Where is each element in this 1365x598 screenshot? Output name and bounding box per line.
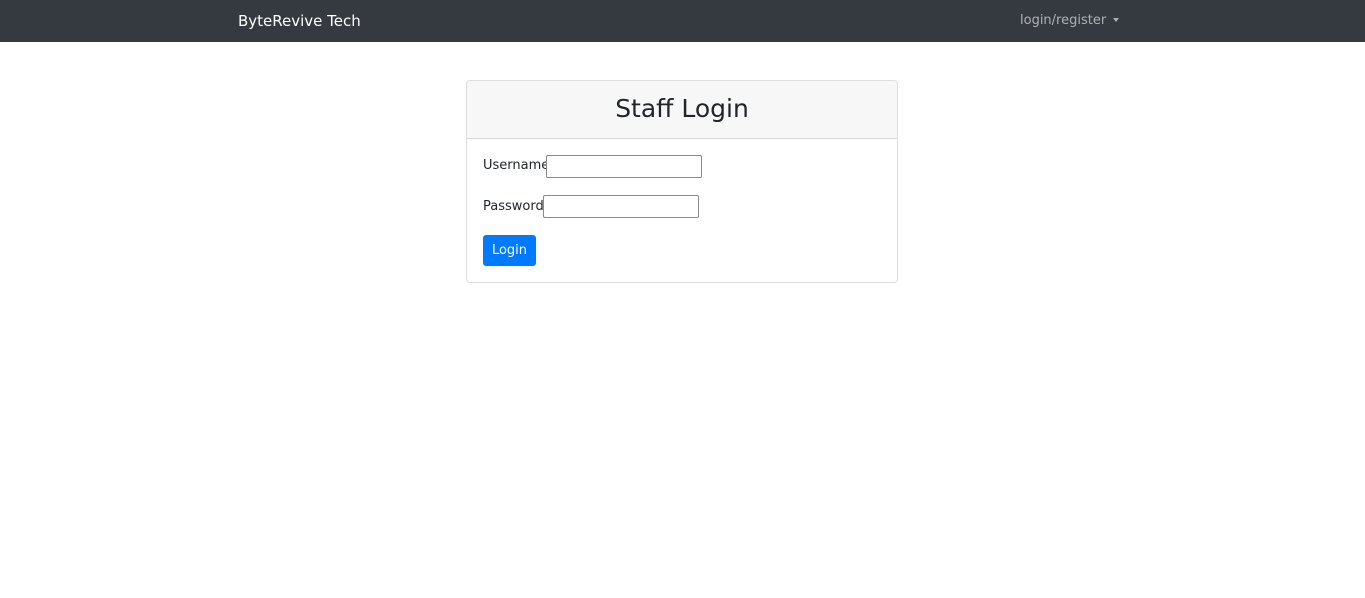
login-card: Staff Login Username Password Login — [466, 80, 898, 283]
caret-down-icon — [1113, 18, 1120, 22]
page-title: Staff Login — [615, 94, 749, 123]
username-input[interactable] — [546, 155, 702, 178]
brand-link[interactable]: ByteRevive Tech — [238, 11, 361, 31]
login-button[interactable]: Login — [483, 235, 536, 266]
card-header: Staff Login — [467, 81, 897, 139]
dropdown-label: login/register — [1020, 13, 1107, 28]
password-input[interactable] — [543, 195, 699, 218]
top-navbar: ByteRevive Tech login/register — [0, 0, 1365, 42]
login-register-dropdown[interactable]: login/register — [1020, 11, 1120, 31]
password-label: Password — [483, 199, 544, 214]
login-form: Username Password Login — [467, 139, 897, 282]
username-label: Username — [483, 158, 550, 173]
